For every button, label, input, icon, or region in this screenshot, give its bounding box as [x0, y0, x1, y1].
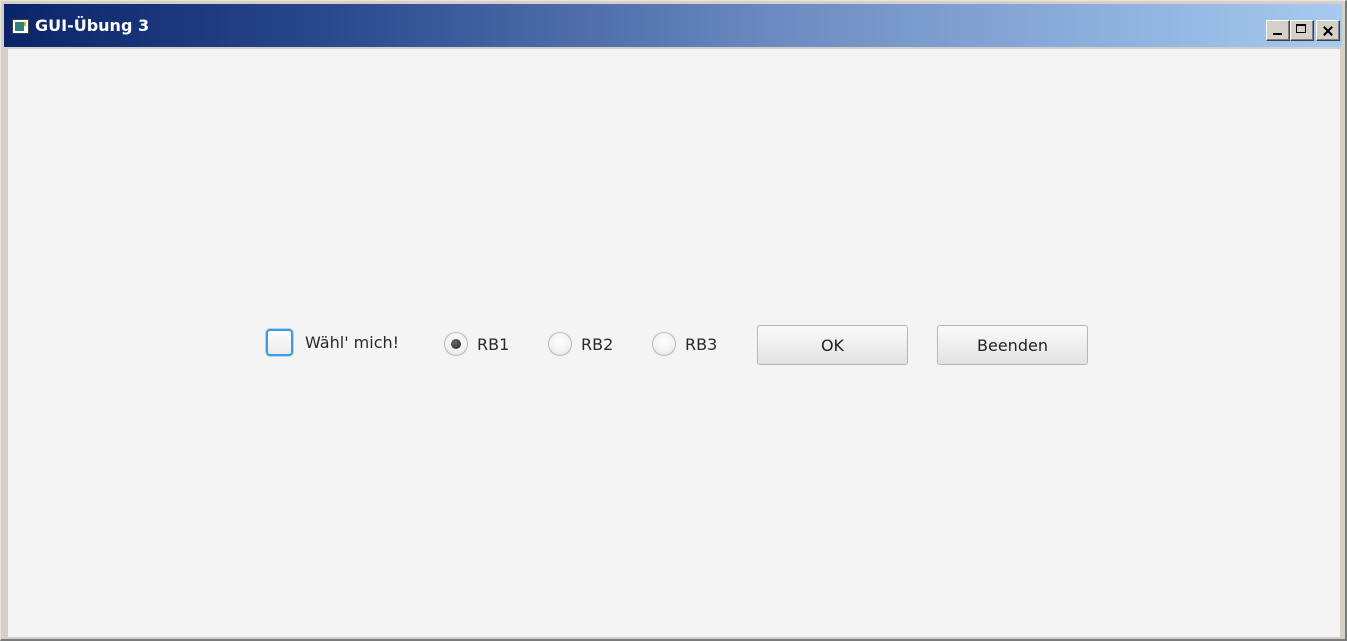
close-button[interactable]	[1316, 20, 1340, 41]
radio-rb3[interactable]: RB3	[652, 332, 717, 356]
radio-rb3-circle[interactable]	[652, 332, 676, 356]
minimize-button[interactable]	[1266, 20, 1290, 41]
ok-button[interactable]: OK	[757, 325, 908, 365]
radio-rb1[interactable]: RB1	[444, 332, 509, 356]
title-bar[interactable]: GUI-Übung 3	[4, 4, 1342, 47]
radio-rb3-label[interactable]: RB3	[685, 335, 717, 354]
maximize-button[interactable]	[1290, 20, 1314, 41]
client-area: Wähl' mich! RB1 RB2 RB3 OK Beenden	[8, 49, 1340, 637]
choose-me-checkbox[interactable]	[266, 329, 293, 356]
radio-rb1-circle[interactable]	[444, 332, 468, 356]
radio-rb1-label[interactable]: RB1	[477, 335, 509, 354]
app-window-icon[interactable]	[12, 19, 29, 34]
window-controls	[1266, 20, 1340, 41]
radio-rb2-label[interactable]: RB2	[581, 335, 613, 354]
quit-button[interactable]: Beenden	[937, 325, 1088, 365]
app-window: GUI-Übung 3 Wähl' mich! RB1 RB2 RB3 OK B…	[0, 0, 1347, 641]
choose-me-checkbox-group[interactable]: Wähl' mich!	[266, 329, 399, 356]
radio-rb2-circle[interactable]	[548, 332, 572, 356]
choose-me-checkbox-label[interactable]: Wähl' mich!	[305, 333, 399, 352]
controls-row: Wähl' mich! RB1 RB2 RB3 OK Beenden	[8, 49, 1340, 637]
radio-rb2[interactable]: RB2	[548, 332, 613, 356]
window-title: GUI-Übung 3	[35, 16, 150, 35]
